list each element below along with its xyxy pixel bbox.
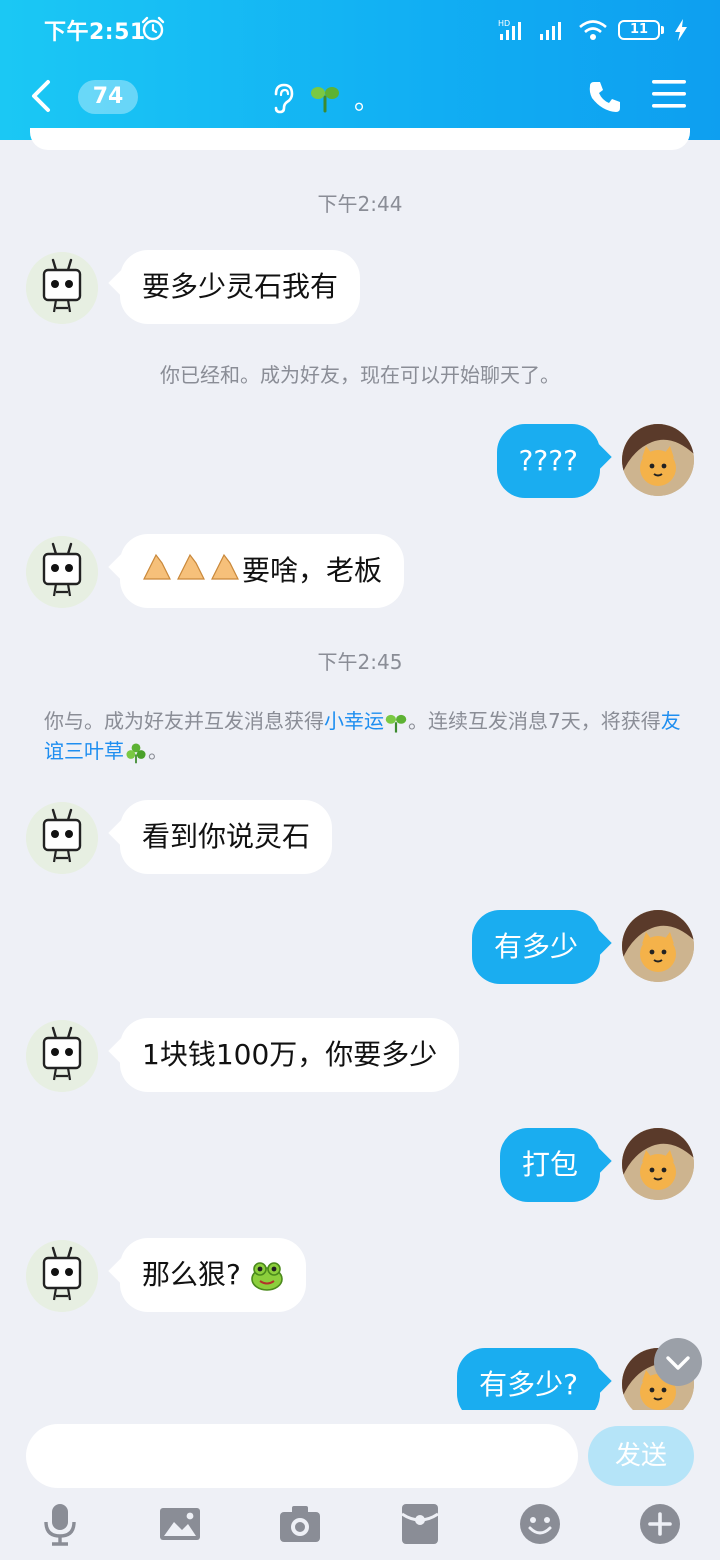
previous-message-card: [30, 128, 690, 150]
sprout-icon: [385, 714, 407, 733]
phone-icon[interactable]: [586, 78, 624, 116]
little-luck-link[interactable]: 小幸运: [324, 709, 384, 733]
status-bar: 下午2:51 HD 11: [0, 14, 720, 50]
avatar[interactable]: [622, 910, 694, 982]
svg-text:HD: HD: [498, 19, 510, 28]
robot-avatar-icon: [26, 1240, 98, 1312]
incoming-message[interactable]: 看到你说灵石: [120, 800, 333, 874]
chevron-down-icon: [666, 1356, 690, 1370]
timestamp: 下午2:45: [317, 650, 403, 674]
system-notice: 你已经和。成为好友，现在可以开始聊天了。: [160, 363, 560, 387]
input-bar: 发送: [0, 1410, 720, 1560]
status-time: 下午2:51: [44, 20, 146, 45]
sprout-icon: [311, 87, 339, 113]
avatar[interactable]: [26, 1240, 98, 1312]
incoming-message[interactable]: 要啥，老板: [120, 534, 405, 609]
outgoing-message[interactable]: ????: [496, 424, 600, 498]
incoming-message[interactable]: 那么狠?: [120, 1238, 306, 1312]
image-icon[interactable]: [156, 1500, 204, 1548]
cat-mask-avatar-icon: [622, 910, 694, 982]
avatar[interactable]: [26, 536, 98, 608]
message-text: 要啥，老板: [242, 554, 383, 587]
timestamp: 下午2:44: [317, 192, 403, 216]
outgoing-message[interactable]: 打包: [499, 1128, 600, 1202]
signal-icon: HD: [498, 19, 521, 40]
microphone-icon[interactable]: [36, 1500, 84, 1548]
avatar[interactable]: [622, 424, 694, 496]
toolbar: [0, 1496, 720, 1556]
avatar[interactable]: [622, 1128, 694, 1200]
alarm-icon: [141, 16, 165, 41]
cat-mask-avatar-icon: [622, 424, 694, 496]
cat-mask-avatar-icon: [622, 1128, 694, 1200]
clover-icon: [126, 742, 146, 763]
chat-title[interactable]: 。: [270, 80, 380, 116]
menu-icon[interactable]: [652, 78, 686, 110]
avatar[interactable]: [26, 252, 98, 324]
unread-badge[interactable]: 74: [78, 80, 138, 114]
chat-header: 下午2:51 HD 11 74 。: [0, 0, 720, 140]
robot-avatar-icon: [26, 1020, 98, 1092]
scroll-to-bottom-button[interactable]: [654, 1338, 702, 1386]
charging-icon: [675, 19, 687, 41]
outgoing-message[interactable]: 有多少?: [457, 1348, 600, 1410]
message-input[interactable]: [26, 1424, 578, 1488]
emoji-icon[interactable]: [516, 1500, 564, 1548]
incoming-message[interactable]: 要多少灵石我有: [120, 250, 361, 324]
battery-icon: 11: [618, 20, 664, 40]
incoming-message[interactable]: 1块钱100万，你要多少: [120, 1018, 460, 1092]
robot-avatar-icon: [26, 252, 98, 324]
avatar[interactable]: [26, 802, 98, 874]
chat-title-text: 。: [354, 85, 381, 116]
outgoing-message[interactable]: 有多少: [471, 910, 600, 984]
battery-level: 11: [618, 20, 660, 40]
signal-icon: [540, 22, 561, 40]
red-packet-icon[interactable]: [396, 1500, 444, 1548]
frog-emoji-icon: [250, 1262, 283, 1291]
send-button[interactable]: 发送: [588, 1426, 694, 1486]
ear-icon: [274, 83, 294, 114]
nav-bar: 74 。: [0, 64, 720, 128]
back-icon[interactable]: [26, 76, 58, 116]
pray-hands-icon: [142, 535, 242, 609]
avatar[interactable]: [26, 1020, 98, 1092]
robot-avatar-icon: [26, 802, 98, 874]
wifi-icon: [579, 20, 607, 40]
plus-icon[interactable]: [636, 1500, 684, 1548]
message-list[interactable]: 下午2:44 要多少灵石我有 你已经和。成为好友，现在可以开始聊天了。 ????: [0, 150, 720, 1410]
camera-icon[interactable]: [276, 1500, 324, 1548]
message-text: 那么狠?: [142, 1258, 241, 1291]
robot-avatar-icon: [26, 536, 98, 608]
system-notice: 你与。成为好友并互发消息获得小幸运 。连续互发消息7天，将获得友谊三叶草。: [44, 709, 681, 763]
